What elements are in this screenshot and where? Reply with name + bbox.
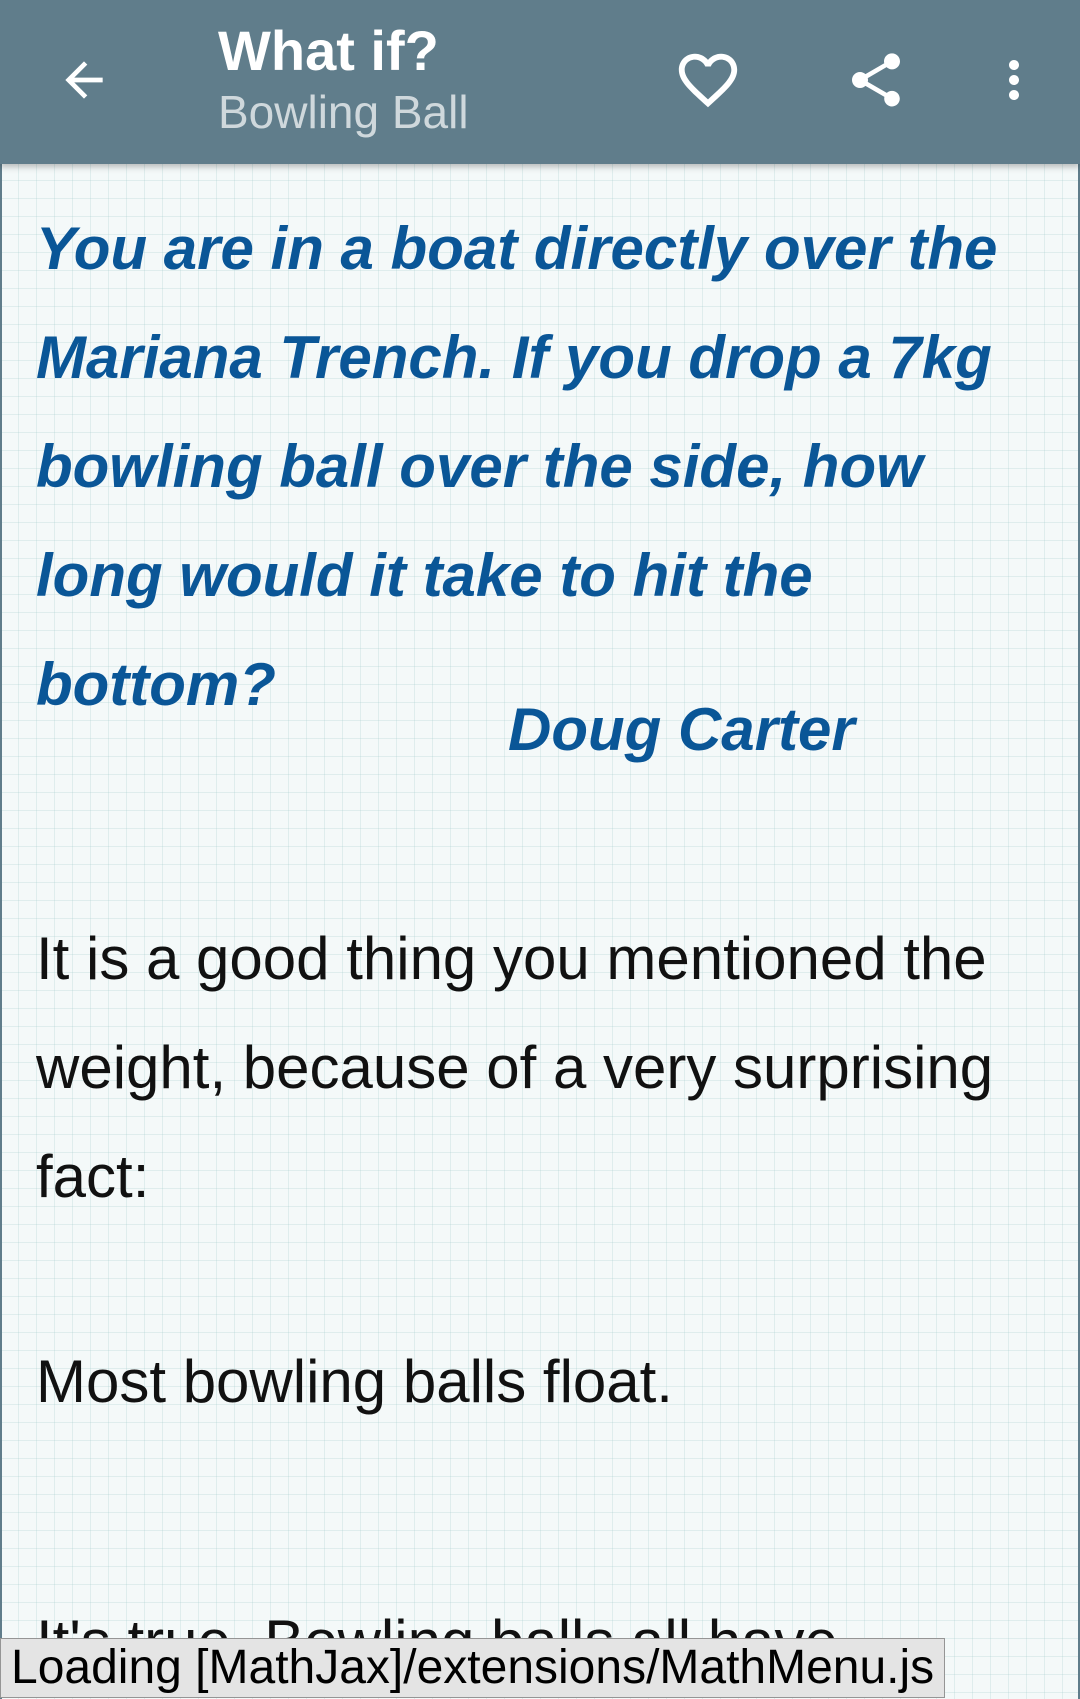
- article-subtitle: Bowling Ball: [218, 86, 469, 138]
- article-content[interactable]: You are in a boat directly over the Mari…: [0, 164, 1080, 1699]
- app-toolbar: What if? Bowling Ball: [0, 0, 1080, 164]
- heart-outline-icon: [678, 53, 738, 108]
- question-text: You are in a boat directly over the Mari…: [36, 215, 998, 718]
- app-title: What if?: [218, 19, 439, 82]
- article-paragraph: Most bowling balls float.: [36, 1348, 673, 1415]
- share-button[interactable]: [828, 32, 924, 128]
- share-icon: [852, 53, 900, 107]
- arrow-back-icon: [65, 61, 103, 99]
- favorite-button[interactable]: [660, 32, 756, 128]
- more-vert-icon: [1009, 60, 1019, 100]
- back-button[interactable]: [36, 32, 132, 128]
- more-options-button[interactable]: [966, 32, 1062, 128]
- question-author: Doug Carter: [508, 696, 855, 763]
- mathjax-loading-status: Loading [MathJax]/extensions/MathMenu.js: [0, 1638, 946, 1698]
- toolbar-title-block: What if? Bowling Ball: [218, 18, 469, 140]
- article-paragraph: It is a good thing you mentioned the wei…: [36, 925, 994, 1210]
